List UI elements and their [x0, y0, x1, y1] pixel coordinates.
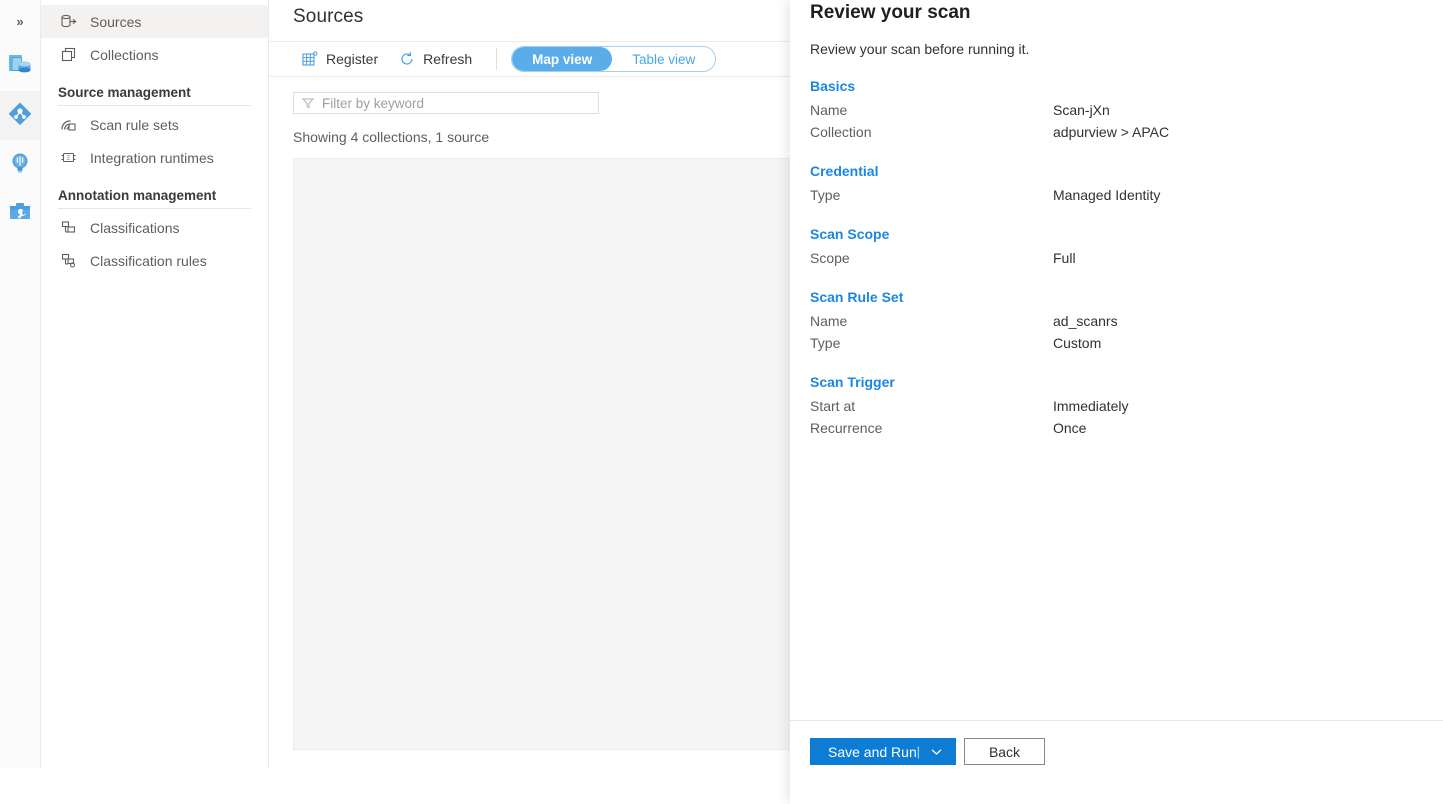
- review-row: Name ad_scanrs: [790, 310, 1443, 332]
- review-row: Collection adpurview > APAC: [790, 121, 1443, 143]
- review-row-label: Name: [810, 102, 1053, 118]
- sidebar-item-label: Classifications: [90, 220, 179, 236]
- review-row: Type Custom: [790, 332, 1443, 354]
- svg-text:Ξ: Ξ: [66, 156, 70, 162]
- data-map-icon: [7, 101, 33, 130]
- back-button[interactable]: Back: [964, 738, 1045, 765]
- nav-pane: Sources Collections Source management: [41, 0, 269, 768]
- review-row: Scope Full: [790, 247, 1443, 269]
- rail-item-data-map[interactable]: [0, 91, 40, 140]
- register-button[interactable]: Register: [291, 43, 388, 75]
- review-row-label: Start at: [810, 398, 1053, 414]
- refresh-button-label: Refresh: [423, 51, 472, 67]
- icon-rail: »: [0, 0, 41, 768]
- nav-divider: [58, 208, 251, 209]
- management-icon: [7, 199, 33, 228]
- review-row-value: Full: [1053, 250, 1076, 266]
- review-row-value: Custom: [1053, 335, 1101, 351]
- review-row-value: Once: [1053, 420, 1086, 436]
- review-scan-panel: Review your scan Review your scan before…: [790, 0, 1443, 804]
- review-row: Start at Immediately: [790, 395, 1443, 417]
- review-section-scan-scope: Scan Scope Scope Full: [790, 226, 1443, 269]
- review-row-label: Type: [810, 335, 1053, 351]
- page-title: Sources: [293, 6, 363, 28]
- classifications-icon: [58, 218, 78, 238]
- review-sections: Basics Name Scan-jXn Collection adpurvie…: [790, 78, 1443, 459]
- filter-placeholder: Filter by keyword: [322, 96, 424, 111]
- sidebar-item-scan-rule-sets[interactable]: Scan rule sets: [41, 108, 268, 141]
- section-heading: Credential: [790, 163, 1443, 179]
- panel-title: Review your scan: [810, 2, 971, 24]
- review-row-label: Scope: [810, 250, 1053, 266]
- sidebar-item-label: Scan rule sets: [90, 117, 179, 133]
- review-row-label: Collection: [810, 124, 1053, 140]
- panel-subtitle: Review your scan before running it.: [810, 41, 1029, 57]
- expand-nav-icon[interactable]: »: [0, 0, 40, 42]
- review-row-value: Managed Identity: [1053, 187, 1160, 203]
- view-toggle: Map view Table view: [511, 46, 716, 72]
- sidebar-item-classification-rules[interactable]: Classification rules: [41, 244, 268, 277]
- sidebar-item-classifications[interactable]: Classifications: [41, 211, 268, 244]
- review-row-label: Recurrence: [810, 420, 1053, 436]
- showing-count-text: Showing 4 collections, 1 source: [293, 129, 489, 145]
- review-section-basics: Basics Name Scan-jXn Collection adpurvie…: [790, 78, 1443, 143]
- sidebar-item-collections[interactable]: Collections: [41, 38, 268, 71]
- section-heading: Scan Trigger: [790, 374, 1443, 390]
- data-catalog-icon: [7, 52, 33, 81]
- sidebar-item-label: Integration runtimes: [90, 150, 214, 166]
- register-source-icon: [301, 51, 318, 68]
- chevron-down-icon[interactable]: [931, 748, 942, 756]
- nav-group-annotation-management: Annotation management: [41, 174, 268, 208]
- nav-group-source-management: Source management: [41, 71, 268, 105]
- nav-divider: [58, 105, 251, 106]
- review-row-value: Scan-jXn: [1053, 102, 1110, 118]
- command-divider: [496, 48, 497, 70]
- scan-rule-sets-icon: [58, 115, 78, 135]
- integration-runtimes-icon: Ξ: [58, 148, 78, 168]
- review-row-value: Immediately: [1053, 398, 1128, 414]
- review-section-scan-rule-set: Scan Rule Set Name ad_scanrs Type Custom: [790, 289, 1443, 354]
- section-heading: Basics: [790, 78, 1443, 94]
- section-heading: Scan Scope: [790, 226, 1443, 242]
- review-row-label: Name: [810, 313, 1053, 329]
- review-row-value: ad_scanrs: [1053, 313, 1118, 329]
- panel-footer: Save and Run | Back Cancel: [790, 720, 1443, 804]
- review-row-value: adpurview > APAC: [1053, 124, 1169, 140]
- review-section-scan-trigger: Scan Trigger Start at Immediately Recurr…: [790, 374, 1443, 439]
- sidebar-item-label: Collections: [90, 47, 158, 63]
- refresh-button[interactable]: Refresh: [388, 43, 482, 75]
- tab-table-view[interactable]: Table view: [612, 47, 715, 71]
- review-row-label: Type: [810, 187, 1053, 203]
- review-section-credential: Credential Type Managed Identity: [790, 163, 1443, 206]
- classification-rules-icon: [58, 251, 78, 271]
- sources-icon: [58, 12, 78, 32]
- collections-icon: [58, 45, 78, 65]
- sidebar-item-sources[interactable]: Sources: [41, 5, 268, 38]
- split-separator: |: [917, 744, 920, 759]
- sidebar-item-integration-runtimes[interactable]: Ξ Integration runtimes: [41, 141, 268, 174]
- save-and-run-label: Save and Run: [828, 744, 917, 760]
- review-row: Recurrence Once: [790, 417, 1443, 439]
- filter-icon: [302, 97, 314, 109]
- filter-input[interactable]: Filter by keyword: [293, 92, 599, 114]
- sidebar-item-label: Classification rules: [90, 253, 207, 269]
- review-row: Name Scan-jXn: [790, 99, 1443, 121]
- tab-map-view[interactable]: Map view: [512, 47, 612, 71]
- insights-icon: [7, 150, 33, 179]
- rail-item-data-catalog[interactable]: [0, 42, 40, 91]
- sidebar-item-label: Sources: [90, 14, 141, 30]
- register-button-label: Register: [326, 51, 378, 67]
- rail-item-management[interactable]: [0, 189, 40, 238]
- section-heading: Scan Rule Set: [790, 289, 1443, 305]
- rail-item-insights[interactable]: [0, 140, 40, 189]
- save-and-run-button[interactable]: Save and Run |: [810, 738, 956, 765]
- refresh-icon: [398, 51, 415, 68]
- review-row: Type Managed Identity: [790, 184, 1443, 206]
